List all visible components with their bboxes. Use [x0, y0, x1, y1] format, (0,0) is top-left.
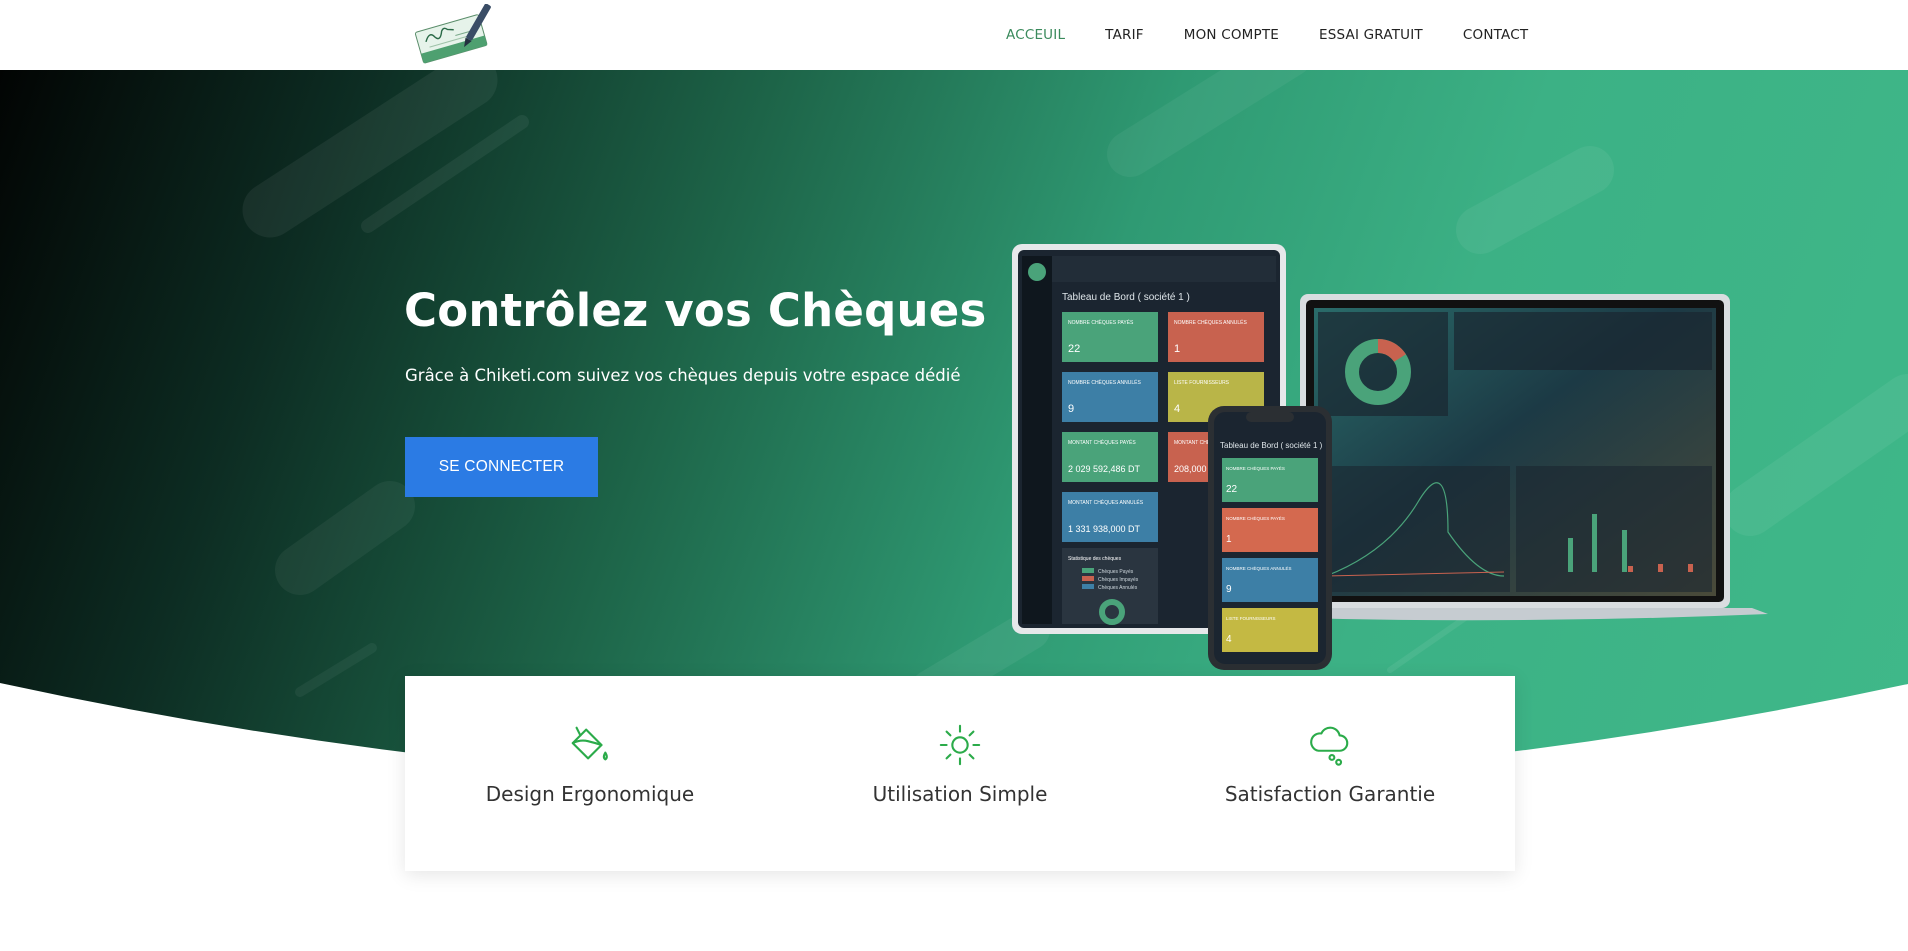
- svg-text:4: 4: [1174, 403, 1180, 415]
- svg-text:LISTE FOURNISSEURS: LISTE FOURNISSEURS: [1174, 380, 1230, 386]
- tablet-header: Tableau de Bord ( société 1 ): [1062, 292, 1190, 303]
- laptop-mockup: [1286, 294, 1768, 621]
- svg-text:2 029 592,486 DT: 2 029 592,486 DT: [1068, 464, 1141, 474]
- feature-simple-label: Utilisation Simple: [872, 782, 1048, 806]
- phone-mockup: Tableau de Bord ( société 1 ) NOMBRE CHÈ…: [1208, 406, 1332, 670]
- svg-text:NOMBRE CHÈQUES PAYÉS: NOMBRE CHÈQUES PAYÉS: [1068, 319, 1134, 326]
- svg-text:MONTANT CHÈQUES ANNULÉS: MONTANT CHÈQUES ANNULÉS: [1068, 499, 1144, 506]
- svg-text:9: 9: [1068, 403, 1074, 415]
- svg-text:1: 1: [1226, 534, 1232, 545]
- nav-item-acceuil[interactable]: ACCEUIL: [1006, 27, 1065, 43]
- feature-design: Design Ergonomique: [405, 676, 775, 871]
- svg-text:22: 22: [1068, 343, 1080, 355]
- svg-text:NOMBRE CHÈQUES ANNULÉS: NOMBRE CHÈQUES ANNULÉS: [1174, 319, 1247, 326]
- svg-text:NOMBRE CHÈQUES PAYÉS: NOMBRE CHÈQUES PAYÉS: [1226, 515, 1285, 521]
- svg-text:MONTANT CHÈQUES PAYÉS: MONTANT CHÈQUES PAYÉS: [1068, 439, 1136, 446]
- svg-text:NOMBRE CHÈQUES ANNULÉS: NOMBRE CHÈQUES ANNULÉS: [1226, 565, 1292, 571]
- svg-text:Chèques Payés: Chèques Payés: [1098, 569, 1134, 575]
- nav-item-mon-compte[interactable]: MON COMPTE: [1184, 27, 1279, 43]
- cheque-pen-logo[interactable]: [414, 3, 496, 68]
- feature-design-label: Design Ergonomique: [485, 782, 695, 806]
- nav-item-contact[interactable]: CONTACT: [1463, 27, 1528, 43]
- nav-item-essai-gratuit[interactable]: ESSAI GRATUIT: [1319, 27, 1423, 43]
- svg-text:1 331 938,000 DT: 1 331 938,000 DT: [1068, 524, 1141, 534]
- svg-text:Chèques Annulés: Chèques Annulés: [1098, 585, 1138, 591]
- svg-text:Statistique des chèques: Statistique des chèques: [1068, 556, 1122, 562]
- main-nav: ACCEUIL TARIF MON COMPTE ESSAI GRATUIT C…: [1006, 0, 1568, 70]
- svg-text:9: 9: [1226, 584, 1232, 595]
- feature-satisfaction: Satisfaction Garantie: [1145, 676, 1515, 871]
- svg-text:Chèques Impayés: Chèques Impayés: [1098, 577, 1139, 583]
- svg-text:MONTANT CHÈ: MONTANT CHÈ: [1174, 439, 1211, 446]
- top-navbar: ACCEUIL TARIF MON COMPTE ESSAI GRATUIT C…: [0, 0, 1908, 70]
- svg-text:22: 22: [1226, 484, 1238, 495]
- svg-text:4: 4: [1226, 634, 1232, 645]
- hero-section: Contrôlez vos Chèques Grâce à Chiketi.co…: [0, 70, 1908, 760]
- hero-title: Contrôlez vos Chèques: [404, 284, 987, 337]
- feature-satisfaction-label: Satisfaction Garantie: [1224, 782, 1436, 806]
- paint-bucket-icon: [571, 726, 608, 761]
- svg-text:208,000: 208,000: [1174, 464, 1207, 474]
- nav-item-tarif[interactable]: TARIF: [1105, 27, 1144, 43]
- se-connecter-button[interactable]: SE CONNECTER: [405, 437, 598, 497]
- phone-header: Tableau de Bord ( société 1 ): [1220, 441, 1323, 450]
- svg-text:NOMBRE CHÈQUES ANNULÉS: NOMBRE CHÈQUES ANNULÉS: [1068, 379, 1141, 386]
- devices-mockup-image: Tableau de Bord ( société 1 ) NOMBRE CHÈ…: [1012, 244, 1768, 670]
- feature-simple: Utilisation Simple: [775, 676, 1145, 871]
- sun-icon: [939, 724, 981, 766]
- cloud-rain-icon: [1310, 726, 1349, 766]
- svg-text:LISTE FOURNISSEURS: LISTE FOURNISSEURS: [1226, 616, 1276, 621]
- hero-subtitle: Grâce à Chiketi.com suivez vos chèques d…: [405, 366, 961, 385]
- svg-text:NOMBRE CHÈQUES PAYÉS: NOMBRE CHÈQUES PAYÉS: [1226, 465, 1285, 471]
- features-card: Design Ergonomique Utilisation Simple Sa…: [405, 676, 1515, 871]
- svg-text:1: 1: [1174, 343, 1180, 355]
